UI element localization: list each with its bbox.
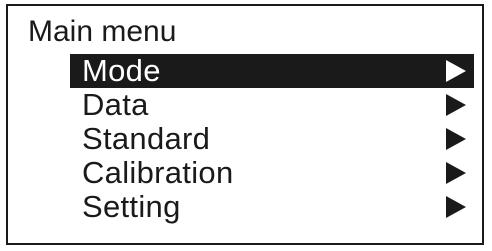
menu-item-label: Mode [82,53,161,88]
triangle-right-icon [446,94,466,116]
triangle-right-icon [446,196,466,218]
menu-item-standard[interactable]: Standard [70,122,474,156]
triangle-right-icon [446,162,466,184]
menu-title: Main menu [28,15,177,48]
triangle-right-icon [446,60,466,82]
triangle-right-icon [446,128,466,150]
menu-item-setting[interactable]: Setting [70,190,474,224]
menu-item-label: Standard [82,121,211,156]
menu-item-mode[interactable]: Mode [70,54,474,88]
menu-item-label: Data [82,87,149,122]
lcd-screen: Main menu Mode Data Standard Calibration… [6,4,484,245]
menu-item-data[interactable]: Data [70,88,474,122]
menu-item-label: Calibration [82,155,234,190]
menu-item-label: Setting [82,189,181,224]
menu-item-calibration[interactable]: Calibration [70,156,474,190]
main-menu-list: Mode Data Standard Calibration Setting [70,54,474,224]
